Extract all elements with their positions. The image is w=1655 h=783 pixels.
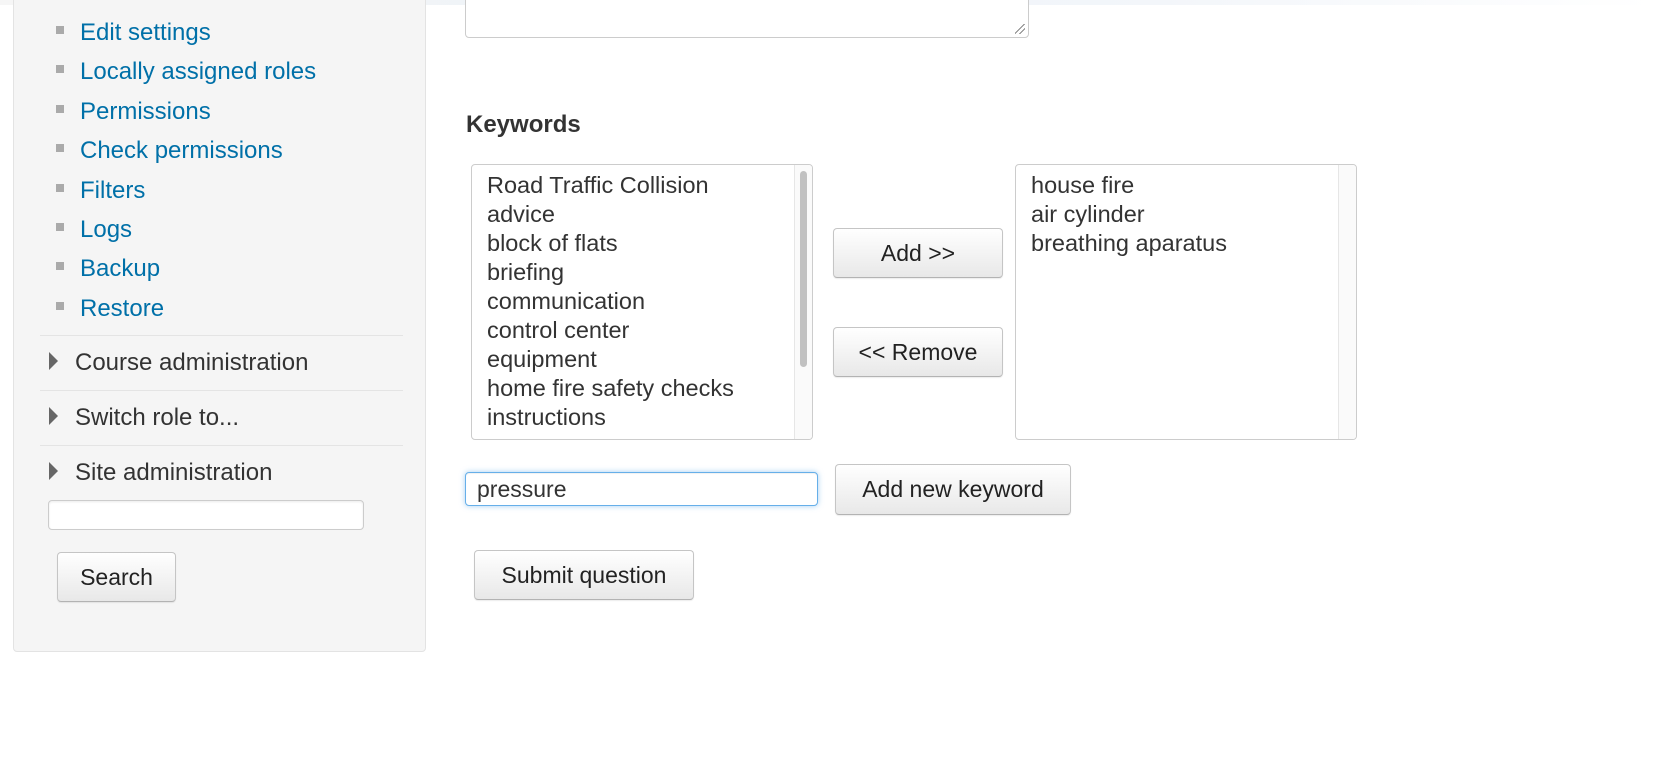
admin-nav-list: Edit settings Locally assigned roles Per… (56, 13, 316, 328)
list-item[interactable]: briefing (487, 258, 812, 287)
add-keyword-button[interactable]: Add >> (833, 228, 1003, 278)
list-item[interactable]: house fire (1031, 171, 1356, 200)
keywords-heading: Keywords (466, 111, 581, 138)
square-bullet-icon (56, 183, 64, 192)
nav-item-locally-assigned-roles: Locally assigned roles (56, 52, 316, 91)
sidebar-block: Edit settings Locally assigned roles Per… (13, 0, 426, 652)
nav-link-filters[interactable]: Filters (80, 177, 145, 204)
nav-link-restore[interactable]: Restore (80, 295, 164, 322)
section-course-administration[interactable]: Course administration (40, 335, 403, 389)
nav-link-edit-settings[interactable]: Edit settings (80, 19, 211, 46)
question-textarea[interactable] (465, 0, 1029, 38)
sidebar-search-input[interactable] (48, 500, 364, 530)
square-bullet-icon (56, 301, 64, 310)
scrollbar[interactable] (794, 165, 812, 439)
section-label: Site administration (75, 459, 273, 486)
square-bullet-icon (56, 26, 64, 34)
list-item[interactable]: instructions (487, 403, 812, 432)
available-keywords-list[interactable]: Road Traffic Collision advice block of fla… (471, 164, 813, 440)
square-bullet-icon (56, 262, 64, 271)
triangle-right-icon (49, 407, 58, 425)
scrollbar-thumb[interactable] (800, 171, 807, 367)
nav-link-permissions[interactable]: Permissions (80, 98, 211, 125)
nav-item-logs: Logs (56, 210, 316, 249)
triangle-right-icon (49, 462, 58, 480)
nav-item-edit-settings: Edit settings (56, 13, 316, 52)
list-item[interactable]: Road Traffic Collision (487, 171, 812, 200)
list-item[interactable]: control center (487, 316, 812, 345)
nav-item-backup: Backup (56, 249, 316, 288)
square-bullet-icon (56, 222, 64, 231)
scrollbar[interactable] (1338, 165, 1356, 439)
section-label: Switch role to... (75, 404, 240, 431)
nav-link-logs[interactable]: Logs (80, 216, 132, 243)
list-item[interactable]: air cylinder (1031, 200, 1356, 229)
list-item[interactable]: advice (487, 200, 812, 229)
section-site-administration[interactable]: Site administration (40, 445, 403, 499)
page: Edit settings Locally assigned roles Per… (0, 0, 1655, 783)
nav-item-restore: Restore (56, 289, 316, 328)
nav-item-check-permissions: Check permissions (56, 131, 316, 170)
available-keywords-options: Road Traffic Collision advice block of fla… (472, 165, 812, 432)
list-item[interactable]: home fire safety checks (487, 374, 812, 403)
nav-link-check-permissions[interactable]: Check permissions (80, 137, 283, 164)
selected-keywords-options: house fire air cylinder breathing aparatus (1016, 165, 1356, 258)
remove-keyword-button[interactable]: << Remove (833, 327, 1003, 377)
nav-item-filters: Filters (56, 171, 316, 210)
section-switch-role[interactable]: Switch role to... (40, 390, 403, 444)
square-bullet-icon (56, 144, 64, 153)
nav-link-backup[interactable]: Backup (80, 255, 160, 282)
search-button[interactable]: Search (57, 552, 176, 602)
selected-keywords-list[interactable]: house fire air cylinder breathing aparatus (1015, 164, 1357, 440)
triangle-right-icon (49, 352, 58, 370)
list-item[interactable]: block of flats (487, 229, 812, 258)
nav-link-locally-assigned-roles[interactable]: Locally assigned roles (80, 58, 316, 85)
resize-grip-icon[interactable] (1015, 24, 1025, 34)
section-label: Course administration (75, 349, 309, 376)
nav-item-permissions: Permissions (56, 92, 316, 131)
list-item[interactable]: communication (487, 287, 812, 316)
list-item[interactable]: equipment (487, 345, 812, 374)
submit-question-button[interactable]: Submit question (474, 550, 694, 600)
new-keyword-input[interactable] (465, 472, 818, 506)
list-item[interactable]: breathing aparatus (1031, 229, 1356, 258)
square-bullet-icon (56, 104, 64, 113)
add-new-keyword-button[interactable]: Add new keyword (835, 464, 1071, 515)
square-bullet-icon (56, 65, 64, 74)
